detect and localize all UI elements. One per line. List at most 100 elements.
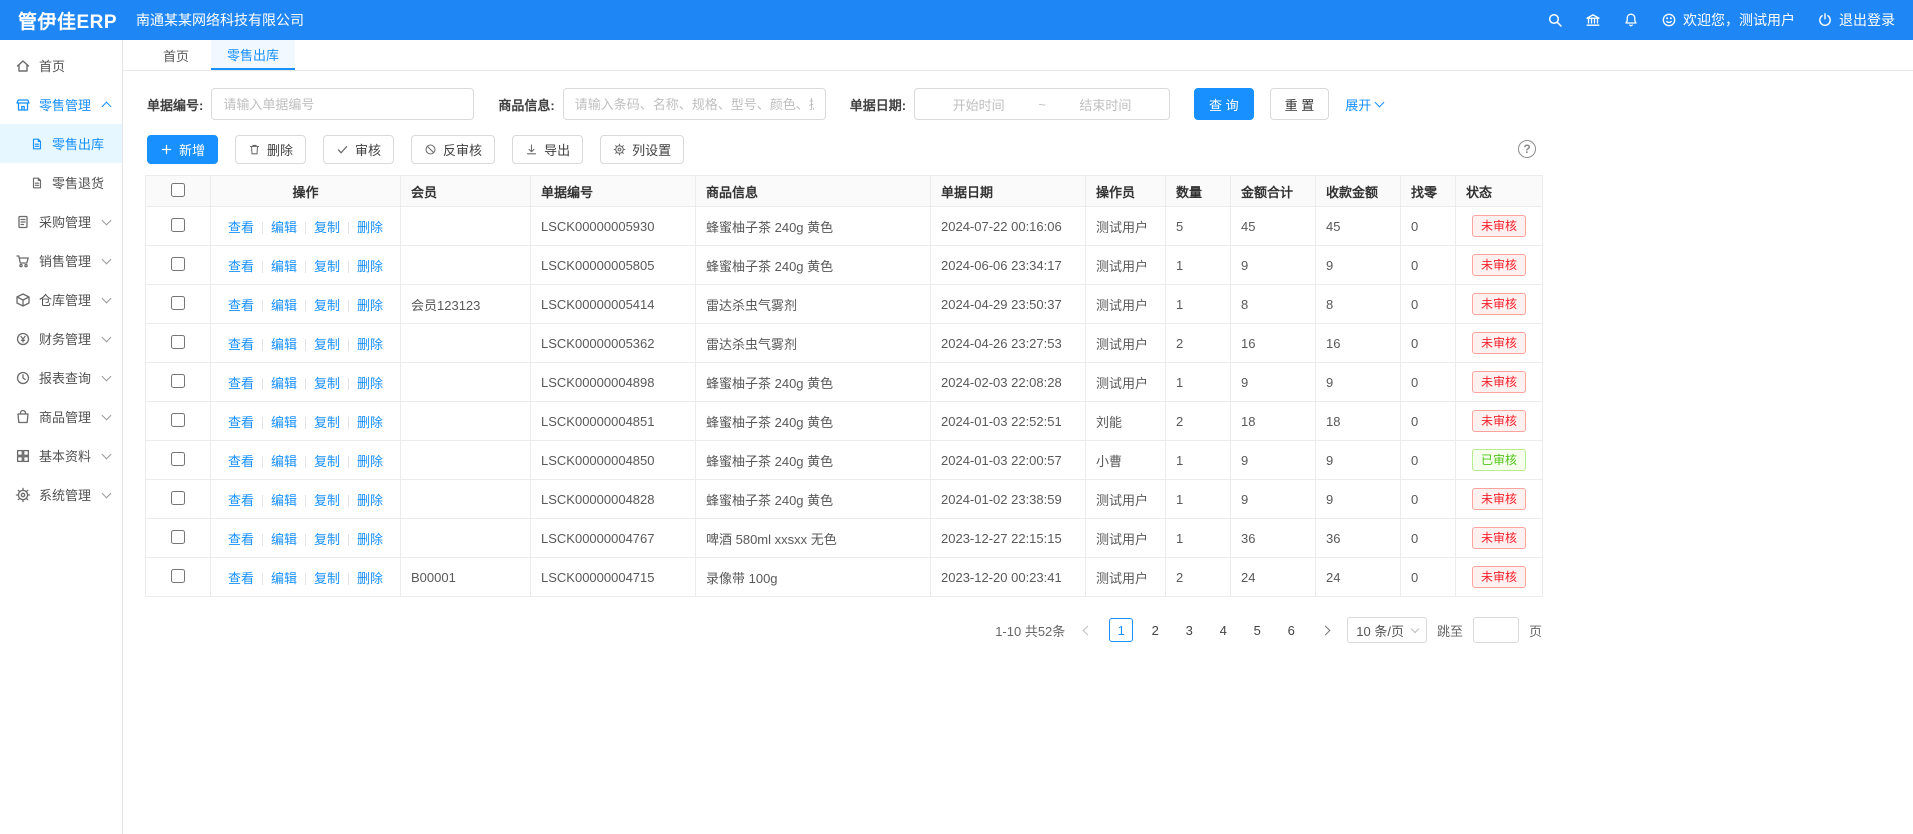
sidebar-item-home[interactable]: 首页 xyxy=(0,46,122,85)
copy-link[interactable]: 复制 xyxy=(314,454,340,469)
view-link[interactable]: 查看 xyxy=(228,298,254,313)
unaudit-button[interactable]: 反审核 xyxy=(411,135,495,164)
prev-page-button[interactable] xyxy=(1075,618,1099,642)
row-checkbox[interactable] xyxy=(171,530,185,544)
row-delete-link[interactable]: 删除 xyxy=(357,298,383,313)
page-button-6[interactable]: 6 xyxy=(1279,618,1303,642)
page-button-1[interactable]: 1 xyxy=(1109,618,1133,642)
sidebar-item-retail-outbound[interactable]: 零售出库 xyxy=(0,124,122,163)
row-checkbox[interactable] xyxy=(171,296,185,310)
row-delete-link[interactable]: 删除 xyxy=(357,454,383,469)
view-link[interactable]: 查看 xyxy=(228,259,254,274)
edit-link[interactable]: 编辑 xyxy=(271,298,297,313)
view-link[interactable]: 查看 xyxy=(228,571,254,586)
row-delete-link[interactable]: 删除 xyxy=(357,493,383,508)
edit-link[interactable]: 编辑 xyxy=(271,415,297,430)
sidebar-item-retail[interactable]: 零售管理 xyxy=(0,85,122,124)
tab-retail-outbound[interactable]: 零售出库 xyxy=(211,40,295,70)
edit-link[interactable]: 编辑 xyxy=(271,454,297,469)
sidebar-item-basic-data[interactable]: 基本资料 xyxy=(0,436,122,475)
copy-link[interactable]: 复制 xyxy=(314,532,340,547)
platform-button[interactable] xyxy=(1585,12,1601,28)
view-link[interactable]: 查看 xyxy=(228,493,254,508)
product-info-input[interactable] xyxy=(563,88,826,120)
search-submit-button[interactable]: 查 询 xyxy=(1194,88,1254,120)
help-icon[interactable]: ? xyxy=(1518,140,1536,158)
row-checkbox[interactable] xyxy=(171,335,185,349)
page-button-4[interactable]: 4 xyxy=(1211,618,1235,642)
page-size-select[interactable]: 10 条/页 xyxy=(1347,617,1427,643)
copy-link[interactable]: 复制 xyxy=(314,337,340,352)
copy-link[interactable]: 复制 xyxy=(314,571,340,586)
sidebar-item-purchase[interactable]: 采购管理 xyxy=(0,202,122,241)
page-button-3[interactable]: 3 xyxy=(1177,618,1201,642)
edit-link[interactable]: 编辑 xyxy=(271,376,297,391)
row-delete-link[interactable]: 删除 xyxy=(357,376,383,391)
sidebar-item-warehouse[interactable]: 仓库管理 xyxy=(0,280,122,319)
edit-link[interactable]: 编辑 xyxy=(271,259,297,274)
chevron-down-icon xyxy=(102,215,112,225)
date-range-picker[interactable]: 开始时间 ~ 结束时间 xyxy=(914,88,1170,120)
audit-button[interactable]: 审核 xyxy=(323,135,394,164)
select-all-checkbox[interactable] xyxy=(171,183,185,197)
row-delete-link[interactable]: 删除 xyxy=(357,415,383,430)
expand-link[interactable]: 展开 xyxy=(1345,95,1383,114)
row-checkbox[interactable] xyxy=(171,569,185,583)
view-link[interactable]: 查看 xyxy=(228,454,254,469)
reset-button[interactable]: 重 置 xyxy=(1270,88,1330,120)
view-link[interactable]: 查看 xyxy=(228,337,254,352)
export-button[interactable]: 导出 xyxy=(512,135,583,164)
row-checkbox[interactable] xyxy=(171,257,185,271)
member-cell xyxy=(401,324,531,363)
edit-link[interactable]: 编辑 xyxy=(271,532,297,547)
user-menu[interactable]: 欢迎您，测试用户 xyxy=(1661,10,1795,30)
search-button[interactable] xyxy=(1547,12,1563,28)
page-button-5[interactable]: 5 xyxy=(1245,618,1269,642)
next-page-button[interactable] xyxy=(1313,618,1337,642)
jump-page-input[interactable] xyxy=(1473,617,1519,643)
copy-link[interactable]: 复制 xyxy=(314,376,340,391)
row-delete-link[interactable]: 删除 xyxy=(357,337,383,352)
edit-link[interactable]: 编辑 xyxy=(271,571,297,586)
view-link[interactable]: 查看 xyxy=(228,415,254,430)
sidebar-item-retail-return[interactable]: 零售退货 xyxy=(0,163,122,202)
page-button-2[interactable]: 2 xyxy=(1143,618,1167,642)
row-checkbox[interactable] xyxy=(171,218,185,232)
copy-link[interactable]: 复制 xyxy=(314,493,340,508)
col-change: 找零 xyxy=(1401,176,1456,207)
edit-link[interactable]: 编辑 xyxy=(271,220,297,235)
row-checkbox[interactable] xyxy=(171,452,185,466)
view-link[interactable]: 查看 xyxy=(228,532,254,547)
sidebar-item-products[interactable]: 商品管理 xyxy=(0,397,122,436)
row-delete-link[interactable]: 删除 xyxy=(357,220,383,235)
copy-link[interactable]: 复制 xyxy=(314,298,340,313)
order-no-input[interactable] xyxy=(211,88,474,120)
logout-button[interactable]: 退出登录 xyxy=(1817,10,1895,30)
action-separator xyxy=(262,417,263,429)
edit-link[interactable]: 编辑 xyxy=(271,337,297,352)
copy-link[interactable]: 复制 xyxy=(314,259,340,274)
sidebar-item-finance[interactable]: 财务管理 xyxy=(0,319,122,358)
row-actions-cell: 查看 编辑 复制 删除 xyxy=(211,402,401,441)
copy-link[interactable]: 复制 xyxy=(314,220,340,235)
row-delete-link[interactable]: 删除 xyxy=(357,259,383,274)
action-separator xyxy=(262,534,263,546)
delete-button[interactable]: 删除 xyxy=(235,135,306,164)
row-checkbox[interactable] xyxy=(171,491,185,505)
add-button[interactable]: 新增 xyxy=(147,135,218,164)
status-cell: 未审核 xyxy=(1456,246,1543,285)
view-link[interactable]: 查看 xyxy=(228,220,254,235)
sidebar-item-reports[interactable]: 报表查询 xyxy=(0,358,122,397)
view-link[interactable]: 查看 xyxy=(228,376,254,391)
row-delete-link[interactable]: 删除 xyxy=(357,532,383,547)
copy-link[interactable]: 复制 xyxy=(314,415,340,430)
edit-link[interactable]: 编辑 xyxy=(271,493,297,508)
row-delete-link[interactable]: 删除 xyxy=(357,571,383,586)
sidebar-item-sales[interactable]: 销售管理 xyxy=(0,241,122,280)
tab-home[interactable]: 首页 xyxy=(147,40,205,70)
notifications-button[interactable] xyxy=(1623,12,1639,28)
column-settings-button[interactable]: 列设置 xyxy=(600,135,684,164)
row-checkbox[interactable] xyxy=(171,374,185,388)
row-checkbox[interactable] xyxy=(171,413,185,427)
sidebar-item-system[interactable]: 系统管理 xyxy=(0,475,122,514)
